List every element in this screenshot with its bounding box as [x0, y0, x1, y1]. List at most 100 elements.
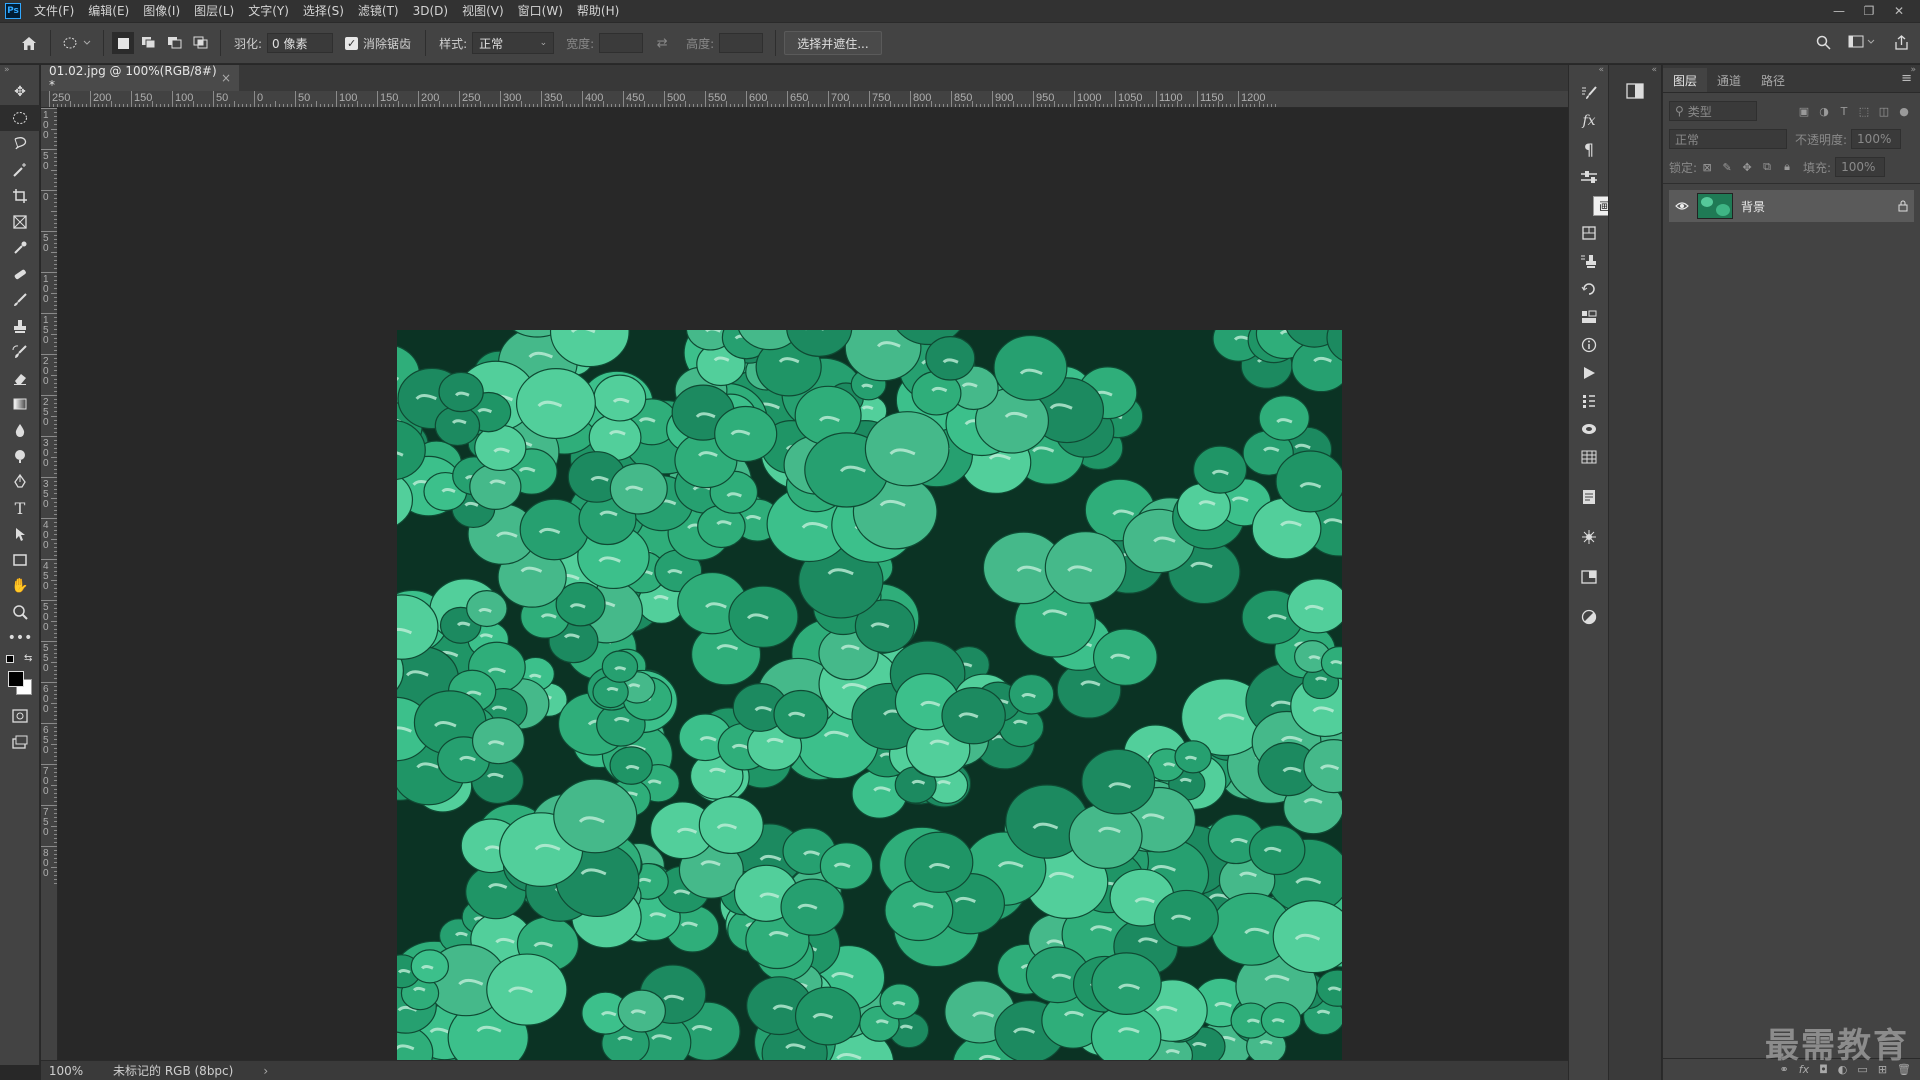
type-tool-icon[interactable]: T — [0, 495, 40, 521]
brush-settings-icon[interactable] — [1569, 79, 1609, 107]
magic-wand-tool-icon[interactable] — [0, 157, 40, 183]
restore-button[interactable]: ❐ — [1854, 4, 1884, 18]
hand-tool-icon[interactable]: ✋ — [0, 573, 40, 599]
history-brush-tool-icon[interactable] — [0, 339, 40, 365]
adjustment-filter-icon[interactable]: ◑ — [1814, 105, 1834, 118]
subtract-selection-icon[interactable] — [164, 32, 186, 54]
notes-icon[interactable] — [1569, 483, 1609, 511]
adjustments-icon[interactable] — [1569, 603, 1609, 631]
collapse-strip-icon[interactable]: « — [1609, 65, 1661, 79]
filter-toggle-icon[interactable]: ● — [1894, 105, 1914, 118]
lock-transparent-icon[interactable]: ⊠ — [1697, 161, 1717, 174]
screen-mode-icon[interactable] — [0, 729, 40, 755]
antialias-checkbox[interactable]: ✓ — [345, 36, 359, 50]
history-icon[interactable] — [1569, 275, 1609, 303]
lock-position-icon[interactable]: ✥ — [1737, 161, 1757, 174]
menu-item[interactable]: 3D(D) — [406, 0, 455, 22]
gradient-tool-icon[interactable] — [0, 391, 40, 417]
swatches-icon[interactable] — [1569, 303, 1609, 331]
close-tab-icon[interactable]: × — [221, 71, 231, 85]
elliptical-marquee-preset-icon[interactable] — [59, 32, 95, 54]
menu-item[interactable]: 选择(S) — [296, 0, 351, 22]
clover-image[interactable] — [397, 330, 1342, 1060]
more-tools-icon[interactable]: ••• — [0, 625, 40, 651]
tab-channels[interactable]: 通道 — [1707, 68, 1751, 92]
collapse-dock-icon[interactable]: « — [1569, 65, 1608, 79]
add-selection-icon[interactable] — [138, 32, 160, 54]
zoom-tool-icon[interactable] — [0, 599, 40, 625]
info-icon[interactable] — [1569, 331, 1609, 359]
menu-item[interactable]: 编辑(E) — [81, 0, 136, 22]
width-input[interactable] — [599, 33, 644, 53]
move-tool-icon[interactable]: ✥ — [0, 79, 40, 105]
lasso-tool-icon[interactable] — [0, 131, 40, 157]
actions-play-icon[interactable] — [1569, 359, 1609, 387]
type-filter-icon[interactable]: T — [1834, 105, 1854, 118]
lock-all-icon[interactable]: 🔒︎ — [1777, 160, 1797, 174]
collapse-layers-icon[interactable]: » — [1910, 65, 1916, 75]
select-and-mask-button[interactable]: 选择并遮住... — [784, 31, 882, 55]
new-selection-icon[interactable] — [112, 32, 134, 54]
fx-styles-icon[interactable]: fx — [1569, 107, 1609, 135]
lock-image-icon[interactable]: ✎ — [1717, 161, 1737, 174]
default-colors-icon[interactable] — [6, 655, 14, 663]
blend-mode-select[interactable]: 正常 — [1669, 129, 1787, 149]
eyedropper-tool-icon[interactable] — [0, 235, 40, 261]
minimize-button[interactable]: — — [1824, 4, 1854, 18]
search-icon[interactable] — [1812, 31, 1834, 53]
adjustments-sliders-icon[interactable] — [1569, 163, 1609, 191]
home-icon[interactable] — [16, 32, 42, 54]
zoom-level[interactable]: 100% — [41, 1064, 91, 1078]
menu-item[interactable]: 视图(V) — [455, 0, 511, 22]
menu-item[interactable]: 滤镜(T) — [351, 0, 406, 22]
layer-row-background[interactable]: 背景 — [1669, 190, 1914, 222]
menu-item[interactable]: 图层(L) — [187, 0, 241, 22]
frame-tool-icon[interactable] — [0, 209, 40, 235]
eraser-tool-icon[interactable] — [0, 365, 40, 391]
swap-dimensions-icon[interactable]: ⇄ — [651, 32, 673, 54]
fill-input[interactable]: 100% — [1835, 157, 1886, 177]
collapse-toolbar-icon[interactable]: » — [0, 65, 39, 79]
visibility-eye-icon[interactable] — [1675, 201, 1689, 211]
table-grid-icon[interactable] — [1569, 443, 1609, 471]
opacity-input[interactable]: 100% — [1851, 129, 1902, 149]
style-select[interactable]: 正常 ⌄ — [472, 32, 555, 54]
menu-item[interactable]: 帮助(H) — [570, 0, 626, 22]
properties-icon[interactable] — [1569, 387, 1609, 415]
blur-tool-icon[interactable] — [0, 417, 40, 443]
menu-item[interactable]: 文字(Y) — [241, 0, 296, 22]
menu-item[interactable]: 文件(F) — [27, 0, 81, 22]
quick-mask-icon[interactable] — [0, 703, 40, 729]
lock-artboard-icon[interactable]: ⧉ — [1757, 160, 1777, 174]
rectangle-tool-icon[interactable] — [0, 547, 40, 573]
menu-item[interactable]: 窗口(W) — [511, 0, 570, 22]
workspace-icon[interactable] — [1846, 31, 1878, 53]
glyphs-icon[interactable] — [1569, 523, 1609, 551]
feather-input[interactable]: 0 像素 — [267, 33, 334, 53]
3d-icon[interactable] — [1569, 415, 1609, 443]
close-button[interactable]: ✕ — [1884, 4, 1914, 18]
tab-layers[interactable]: 图层 — [1663, 68, 1708, 92]
status-menu-arrow[interactable]: › — [263, 1064, 268, 1078]
paragraph-icon[interactable]: ¶ — [1569, 135, 1609, 163]
crop-tool-icon[interactable] — [0, 183, 40, 209]
foreground-color-swatch[interactable] — [8, 671, 24, 687]
elliptical-marquee-tool-icon[interactable] — [0, 105, 40, 131]
pixel-filter-icon[interactable]: ▣ — [1794, 105, 1814, 118]
tab-paths[interactable]: 路径 — [1751, 68, 1795, 92]
learn-icon[interactable] — [1569, 563, 1609, 591]
vertical-ruler[interactable]: 1 0 0 5 0 0 5 0 1 0 0 1 5 0 2 0 0 2 5 0 3 0 0 3 5… — [41, 108, 58, 1060]
smart-object-filter-icon[interactable]: ◫ — [1874, 105, 1894, 118]
menu-item[interactable]: 图像(I) — [136, 0, 187, 22]
libraries-icon[interactable] — [1569, 219, 1609, 247]
shape-filter-icon[interactable]: ⬚ — [1854, 105, 1874, 118]
intersect-selection-icon[interactable] — [190, 32, 212, 54]
share-icon[interactable] — [1890, 31, 1912, 53]
panel-toggle-icon[interactable] — [1609, 83, 1661, 99]
document-tab[interactable]: 01.02.jpg @ 100%(RGB/8#) * × — [41, 64, 239, 92]
swap-colors-icon[interactable]: ⇆ — [24, 653, 32, 664]
layer-filter-select[interactable]: ⚲ 类型 — [1669, 101, 1757, 121]
path-selection-tool-icon[interactable] — [0, 521, 40, 547]
clone-stamp-tool-icon[interactable] — [0, 313, 40, 339]
dodge-tool-icon[interactable] — [0, 443, 40, 469]
